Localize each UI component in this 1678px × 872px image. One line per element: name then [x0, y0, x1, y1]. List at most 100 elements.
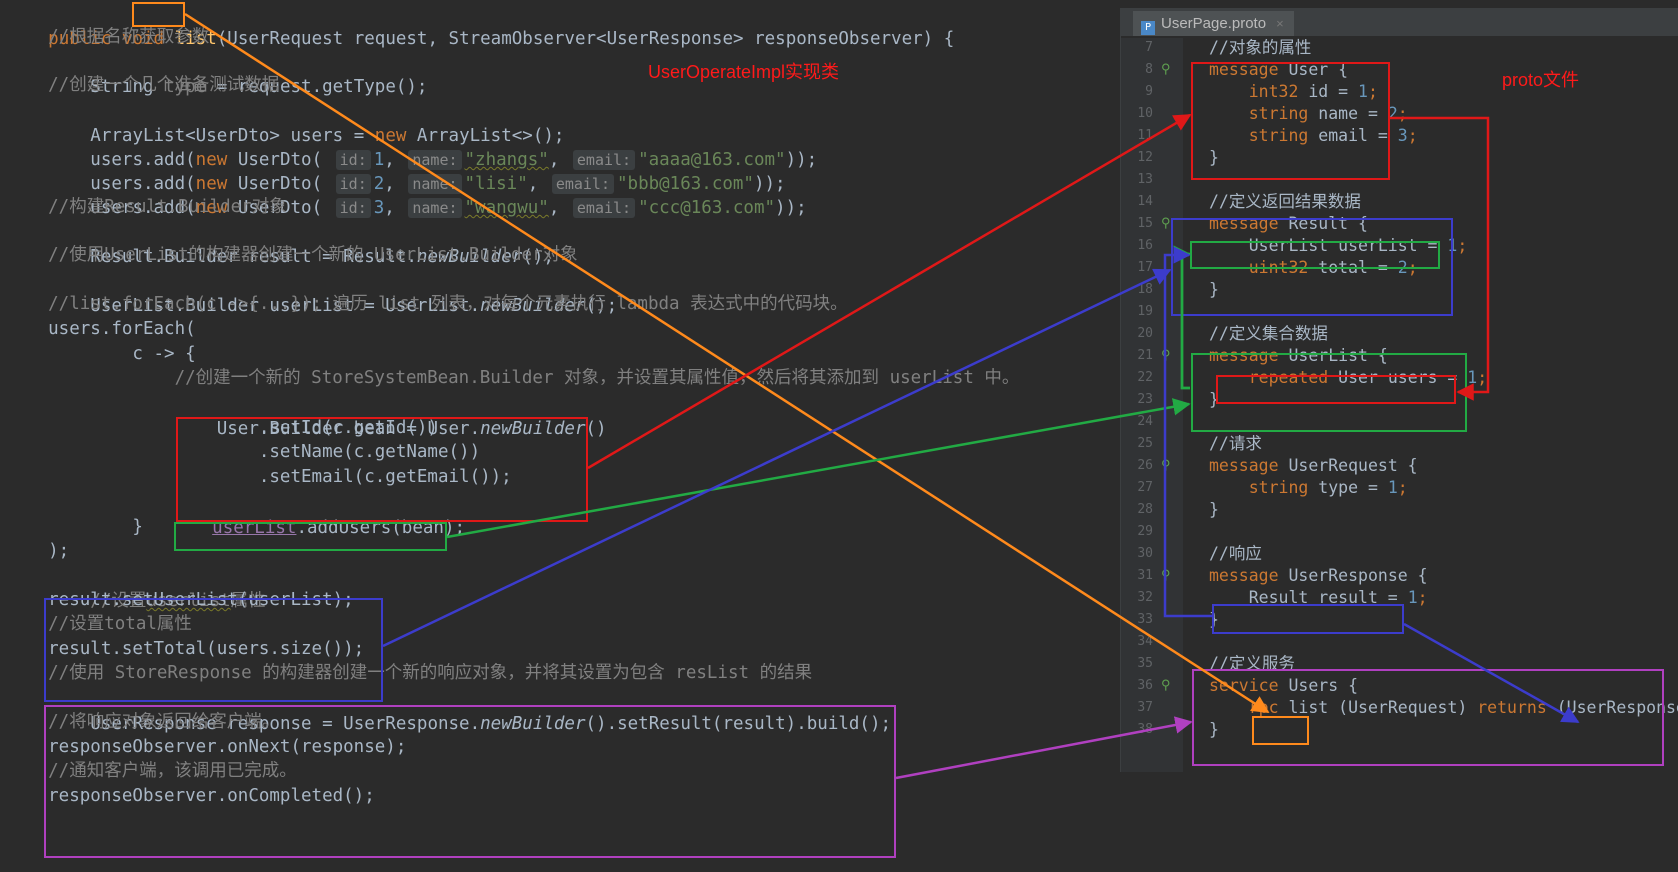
proto-comment[interactable]: //定义集合数据 — [1209, 323, 1328, 345]
line-number: 10 — [1137, 106, 1153, 121]
code-line[interactable]: ArrayList<UserDto> users = new ArrayList… — [6, 97, 564, 146]
line-number: 38 — [1137, 722, 1153, 737]
proto-comment[interactable]: //响应 — [1209, 543, 1262, 565]
code-comment[interactable]: //list.forEach(c ->{...}); 遍历 list 列表，对每… — [6, 291, 847, 317]
number: 3 — [373, 198, 385, 218]
proto-line[interactable]: message UserRequest { — [1209, 455, 1418, 477]
user-message-highlight — [1191, 62, 1390, 180]
impl-class-label: UserOperateImpl实现类 — [648, 62, 840, 82]
line-number: 12 — [1137, 150, 1153, 165]
semicolon: ; — [1477, 368, 1488, 387]
code-text: type = — [1308, 478, 1388, 497]
tab-userpage-proto[interactable]: P UserPage.proto × — [1133, 11, 1294, 36]
implemented-marker-icon[interactable]: ⚲ — [1161, 565, 1171, 587]
proto-file-icon: P — [1141, 21, 1155, 35]
line-number: 27 — [1137, 480, 1153, 495]
line-number: 24 — [1137, 414, 1153, 429]
number: 1 — [1467, 368, 1478, 387]
line-number: 28 — [1137, 502, 1153, 517]
code-text: () — [585, 419, 607, 439]
code-line[interactable]: User.Builder bean = User.newBuilder() — [6, 390, 607, 439]
code-comment[interactable]: //根据名称获取参数 — [6, 24, 209, 50]
line-number: 21 — [1137, 348, 1153, 363]
semicolon: ; — [1397, 104, 1408, 123]
code-line[interactable]: c -> { — [6, 341, 195, 367]
code-text: UserResponse { — [1278, 566, 1428, 585]
code-line[interactable]: users.add(new UserDto( id: 3, name: "wangw… — [6, 169, 807, 218]
proto-comment[interactable]: //请求 — [1209, 433, 1262, 455]
proto-line[interactable]: } — [1209, 499, 1219, 521]
code-text: UserRequest { — [1278, 456, 1418, 475]
code-line[interactable]: UserList.Builder userList = UserList.new… — [6, 267, 617, 316]
line-number: 9 — [1145, 84, 1153, 99]
code-line[interactable]: } — [6, 514, 143, 540]
line-number: 34 — [1137, 634, 1153, 649]
param-hint: name: — [408, 198, 462, 218]
semicolon: ; — [1417, 588, 1428, 607]
code-comment[interactable]: //创建一个新的 StoreSystemBean.Builder 对象，并设置其… — [6, 365, 1020, 391]
string: "wangwu" — [464, 198, 549, 218]
list-method-highlight — [132, 2, 185, 27]
result-field-highlight — [1212, 604, 1404, 634]
code-text: )); — [785, 150, 818, 170]
code-comment[interactable]: //构建Result.Builder对象 — [6, 194, 287, 220]
line-number: 31 — [1137, 568, 1153, 583]
userlist-field-highlight — [1190, 241, 1440, 269]
line-number: 25 — [1137, 436, 1153, 451]
line-number: 20 — [1137, 326, 1153, 341]
proto-file-label: proto文件 — [1502, 70, 1580, 90]
keyword: string — [1209, 478, 1309, 497]
line-number: 14 — [1137, 194, 1153, 209]
number: 1 — [1387, 478, 1398, 497]
param-hint: email: — [572, 198, 636, 218]
editor-tab-bar: P UserPage.proto × — [1121, 8, 1678, 36]
code-line[interactable]: users.forEach( — [6, 316, 196, 342]
number: 3 — [1397, 126, 1408, 145]
implemented-marker-icon[interactable]: ⚲ — [1161, 675, 1171, 697]
keyword: message — [1209, 566, 1279, 585]
semicolon: ; — [1457, 236, 1468, 255]
number: 1 — [1407, 588, 1418, 607]
code-line[interactable]: users.add(new UserDto( id: 1, name: "zhang… — [6, 121, 817, 170]
line-number: 13 — [1137, 172, 1153, 187]
proto-line[interactable]: message UserResponse { — [1209, 565, 1428, 587]
implemented-marker-icon[interactable]: ⚲ — [1161, 345, 1171, 367]
code-line[interactable]: users.add(new UserDto( id: 2, name: "lisi"… — [6, 145, 786, 194]
implemented-marker-icon[interactable]: ⚲ — [1161, 213, 1171, 235]
implemented-marker-icon[interactable]: ⚲ — [1161, 59, 1171, 81]
line-number: 30 — [1137, 546, 1153, 561]
code-text: )); — [775, 198, 807, 218]
line-number: 11 — [1137, 128, 1153, 143]
code-comment[interactable]: //设置userlist属性 — [6, 562, 265, 611]
code-line[interactable]: ); — [6, 538, 69, 564]
code-comment[interactable]: //使用UserList的构建器创建一个新的 UserList.Builder对… — [6, 242, 577, 268]
line-number: 36 — [1137, 678, 1153, 693]
code-line[interactable]: Result.Builder result = Result.newBuilde… — [6, 218, 554, 267]
proto-comment[interactable]: //对象的属性 — [1209, 37, 1311, 59]
semicolon: ; — [1397, 478, 1408, 497]
line-number: 15 — [1137, 216, 1153, 231]
proto-comment[interactable]: //定义返回结果数据 — [1209, 191, 1361, 213]
line-number: 33 — [1137, 612, 1153, 627]
keyword: message — [1209, 456, 1279, 475]
line-number: 7 — [1145, 40, 1153, 55]
line-number: 32 — [1137, 590, 1153, 605]
code-text: , — [384, 198, 406, 218]
user-builder-highlight — [176, 417, 588, 522]
string: "ccc@163.com" — [638, 198, 776, 218]
repeated-users-highlight — [1216, 375, 1456, 404]
set-result-highlight — [44, 598, 383, 702]
code-comment[interactable]: //创建一个几个准备测试数据 — [6, 72, 279, 98]
line-number: 18 — [1137, 282, 1153, 297]
close-tab-icon[interactable]: × — [1276, 16, 1284, 31]
line-number: 37 — [1137, 700, 1153, 715]
code-line[interactable]: String type = request.getType(); — [6, 48, 427, 97]
proto-line[interactable]: string type = 1; — [1209, 477, 1408, 499]
line-number: 35 — [1137, 656, 1153, 671]
add-users-highlight — [174, 522, 447, 551]
line-number: 29 — [1137, 524, 1153, 539]
code-text: , — [548, 198, 570, 218]
line-number: 16 — [1137, 238, 1153, 253]
implemented-marker-icon[interactable]: ⚲ — [1161, 455, 1171, 477]
line-number-gutter: 7 8 9 10 11 12 13 14 15 16 17 18 19 20 21 22 23 24 25 26 27 2… — [1121, 38, 1183, 772]
